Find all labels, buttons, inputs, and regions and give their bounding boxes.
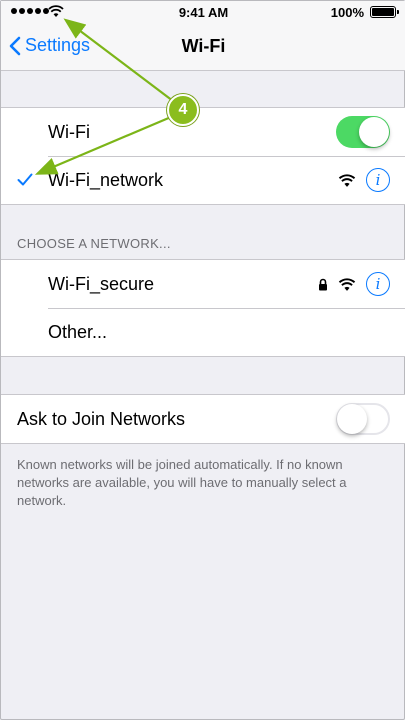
navigation-bar: Settings Wi-Fi bbox=[1, 23, 405, 71]
ask-to-join-label: Ask to Join Networks bbox=[17, 408, 186, 429]
wifi-toggle[interactable] bbox=[336, 116, 390, 148]
section-header-choose-network: CHOOSE A NETWORK... bbox=[17, 236, 171, 251]
wifi-signal-icon bbox=[338, 277, 356, 291]
available-networks-group: Wi-Fi_secure i Other... bbox=[1, 259, 405, 357]
network-name-other: Other... bbox=[48, 321, 108, 342]
ask-to-join-note: Known networks will be joined automatica… bbox=[17, 457, 347, 508]
wifi-label: Wi-Fi bbox=[48, 121, 90, 142]
phone-frame: 9:41 AM 100% Settings Wi-Fi Wi-Fi Wi-Fi_… bbox=[0, 0, 405, 720]
connected-network-row[interactable]: Wi-Fi_network i bbox=[1, 156, 405, 204]
ask-to-join-row: Ask to Join Networks bbox=[1, 395, 405, 443]
info-icon[interactable]: i bbox=[366, 168, 390, 192]
callout-badge: 4 bbox=[167, 94, 199, 126]
battery-icon bbox=[370, 6, 399, 18]
checkmark-icon bbox=[17, 173, 33, 186]
battery-percentage: 100% bbox=[330, 5, 364, 20]
network-name: Wi-Fi_secure bbox=[48, 273, 155, 294]
connected-network-name: Wi-Fi_network bbox=[48, 169, 164, 190]
status-bar: 9:41 AM 100% bbox=[1, 1, 405, 23]
network-row-other[interactable]: Other... bbox=[1, 308, 405, 356]
page-title: Wi-Fi bbox=[181, 36, 226, 56]
wifi-group: Wi-Fi Wi-Fi_network i bbox=[1, 107, 405, 205]
lock-icon bbox=[319, 278, 327, 290]
info-icon[interactable]: i bbox=[366, 272, 390, 296]
network-row-secure[interactable]: Wi-Fi_secure i bbox=[1, 260, 405, 308]
ask-to-join-toggle[interactable] bbox=[336, 403, 390, 435]
ask-to-join-group: Ask to Join Networks bbox=[1, 394, 405, 444]
wifi-toggle-row: Wi-Fi bbox=[1, 108, 405, 156]
wifi-signal-icon bbox=[338, 173, 356, 187]
